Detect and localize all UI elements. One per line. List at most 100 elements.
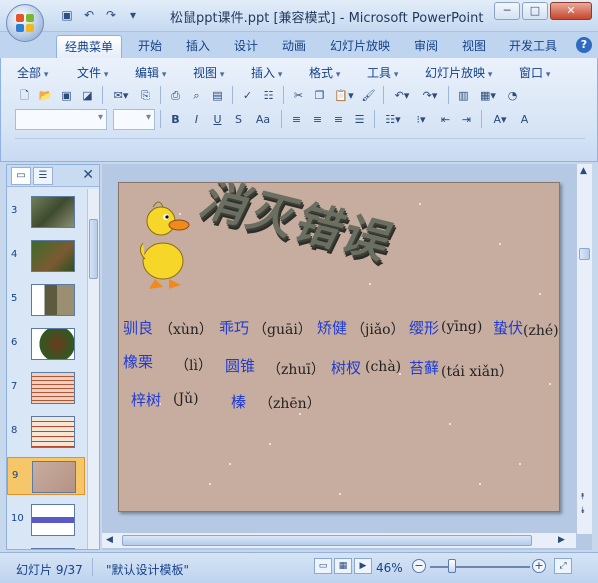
close-button[interactable]: ✕ [550,2,592,20]
menu-tools[interactable]: 工具 [367,64,398,81]
slides-pane-scroll-thumb[interactable] [89,219,98,279]
thumbnail-slide[interactable]: 10 [7,501,85,539]
zoom-out-icon[interactable]: − [412,559,426,573]
undo-icon[interactable]: ↶▾ [389,86,415,105]
font-size-combo[interactable] [113,108,155,130]
menu-all[interactable]: 全部 [17,64,48,81]
scroll-left-icon[interactable]: ◀ [106,535,113,545]
menu-file[interactable]: 文件 [77,64,108,81]
permission-icon[interactable]: ◪ [78,86,97,105]
save-icon[interactable]: ▣ [57,86,76,105]
align-left-icon[interactable]: ≡ [287,110,306,129]
research-icon[interactable]: ▤ [208,86,227,105]
save-icon[interactable]: ▣ [58,7,76,23]
print-icon[interactable]: ⎙ [166,86,185,105]
close-pane-icon[interactable]: ✕ [82,167,94,183]
previous-slide-icon[interactable]: ⯭ [580,492,585,502]
menu-edit[interactable]: 编辑 [135,64,166,81]
bullets-icon[interactable]: ⁝▾ [408,110,434,129]
italic-button[interactable]: I [187,110,206,129]
justify-icon[interactable]: ☰ [350,110,369,129]
menu-view[interactable]: 视图 [193,64,224,81]
slide-vertical-scrollbar[interactable]: ▲ ⯭ ⯯ [576,164,592,534]
thesaurus-icon[interactable]: ☷ [259,86,278,105]
decrease-indent-icon[interactable]: ⇤ [436,110,455,129]
slide-horizontal-scrollbar[interactable]: ◀ ▶ [102,532,576,548]
thumbnail-slide[interactable]: 3 [7,193,85,231]
copy-icon[interactable]: ❐ [310,86,329,105]
slide-sorter-icon[interactable]: ▦ [334,558,352,574]
new-icon[interactable]: 🗋 [15,86,34,105]
underline-button[interactable]: U [208,110,227,129]
numbering-icon[interactable]: ☷▾ [380,110,406,129]
thumbnail-slide[interactable]: 6 [7,325,85,363]
more-tools-icon[interactable]: ◔ [503,86,522,105]
email-icon[interactable]: ✉▾ [108,86,134,105]
current-slide[interactable]: 消灭错误 驯良 （xùn） 乖巧 （guāi） 矫健 （jiǎo） 缨形 (yī… [118,182,560,512]
tab-animation[interactable]: 动画 [274,35,314,58]
undo-button[interactable]: ↶ [80,7,98,23]
tab-slideshow[interactable]: 幻灯片放映 [322,35,398,58]
redo-button[interactable]: ↷ [102,7,120,23]
office-button[interactable] [6,4,44,42]
tab-insert[interactable]: 插入 [178,35,218,58]
thumbnail-slide[interactable]: 4 [7,237,85,275]
thumbnail-slide[interactable]: 8 [7,413,85,451]
scroll-up-icon[interactable]: ▲ [580,166,587,176]
thumbnail-slide[interactable]: 5 [7,281,85,319]
redo-icon[interactable]: ↷▾ [417,86,443,105]
fit-to-window-icon[interactable]: ⤢ [554,558,572,574]
print-preview-icon[interactable]: ⌕ [187,86,206,105]
menu-window[interactable]: 窗口 [519,64,550,81]
format-painter-icon[interactable]: 🖌 [359,86,378,105]
tab-classic-menu[interactable]: 经典菜单 [56,35,122,58]
paste-icon[interactable]: 📋▾ [331,86,357,105]
vertical-scroll-thumb[interactable] [579,248,590,260]
customize-qat-button[interactable]: ▾ [124,7,142,23]
thumbnail-slide[interactable]: 7 [7,369,85,407]
slide-thumbnail-image [31,548,75,549]
slide-thumbnail-image [31,328,75,360]
tab-review[interactable]: 审阅 [406,35,446,58]
font-name-combo[interactable] [15,108,107,130]
zoom-level[interactable]: 46% [376,561,403,575]
menu-format[interactable]: 格式 [309,64,340,81]
zoom-slider[interactable] [430,566,530,568]
scroll-right-icon[interactable]: ▶ [558,535,565,545]
increase-indent-icon[interactable]: ⇥ [457,110,476,129]
minimize-button[interactable]: ─ [494,2,520,20]
menu-slideshow[interactable]: 幻灯片放映 [425,64,492,81]
thumbnail-slide[interactable] [7,545,85,549]
next-slide-icon[interactable]: ⯯ [580,506,585,516]
grow-font-icon[interactable]: A [515,110,534,129]
slides-pane-scrollbar[interactable] [87,189,99,549]
help-icon[interactable]: ? [576,37,592,53]
tab-design[interactable]: 设计 [226,35,266,58]
tab-developer[interactable]: 开发工具 [502,35,564,58]
align-right-icon[interactable]: ≡ [329,110,348,129]
spelling-icon[interactable]: ✓ [238,86,257,105]
tab-view[interactable]: 视图 [454,35,494,58]
change-case-button[interactable]: Aa [250,110,276,129]
thumbnail-slide-selected[interactable]: 9 [7,457,85,495]
horizontal-scroll-thumb[interactable] [122,535,532,546]
attach-icon[interactable]: ⎘ [136,86,155,105]
tab-home[interactable]: 开始 [130,35,170,58]
slides-tab[interactable]: ▭ [11,167,31,185]
zoom-slider-thumb[interactable] [448,559,456,573]
cut-icon[interactable]: ✂ [289,86,308,105]
font-color-icon[interactable]: A▾ [487,110,513,129]
open-icon[interactable]: 📂 [36,86,55,105]
normal-view-icon[interactable]: ▭ [314,558,332,574]
table-icon[interactable]: ▦▾ [475,86,501,105]
chart-icon[interactable]: ▥ [454,86,473,105]
align-center-icon[interactable]: ≡ [308,110,327,129]
slideshow-view-icon[interactable]: ▶ [354,558,372,574]
shadow-button[interactable]: S [229,110,248,129]
maximize-button[interactable]: □ [522,2,548,20]
ribbon-tabs: 经典菜单 开始 插入 设计 动画 幻灯片放映 审阅 视图 开发工具 ? [0,32,598,58]
menu-insert[interactable]: 插入 [251,64,282,81]
bold-button[interactable]: B [166,110,185,129]
outline-tab[interactable]: ☰ [33,167,53,185]
zoom-in-icon[interactable]: + [532,559,546,573]
